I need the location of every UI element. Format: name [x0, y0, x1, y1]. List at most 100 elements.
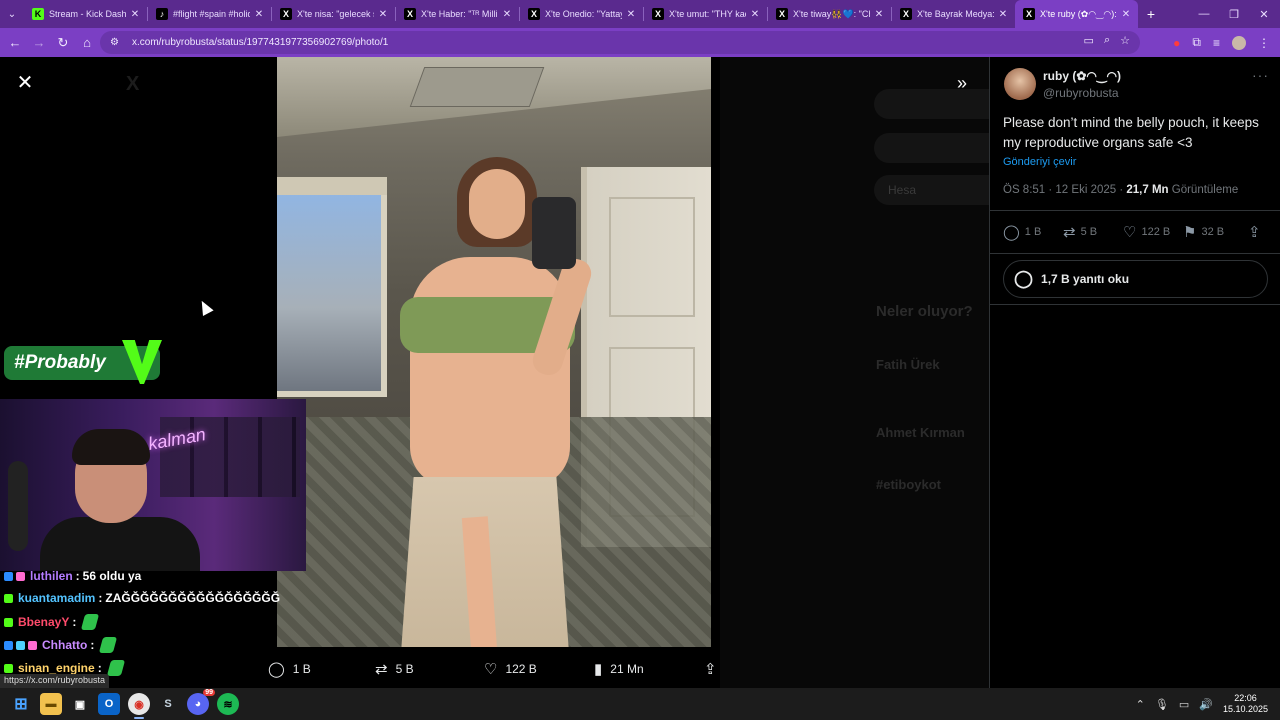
tab-0[interactable]: K Stream - Kick Dashbo✕: [24, 0, 147, 28]
zoom-icon[interactable]: ⌕: [1104, 34, 1110, 47]
photo-reply-button[interactable]: ◯ 1 B: [268, 660, 311, 678]
browser-menu-icon[interactable]: ⋮: [1258, 36, 1270, 50]
microphone-icon[interactable]: 🎙: [1155, 698, 1169, 711]
outlook-icon[interactable]: O: [98, 693, 120, 715]
tiktok-icon: ♪: [156, 8, 168, 20]
background-pill-label: Hesa: [888, 183, 917, 197]
close-tab-icon[interactable]: ✕: [253, 9, 265, 20]
background-trend-1: Fatih Ürek: [876, 357, 940, 372]
chat-badge-icon: [4, 593, 13, 603]
speech-bubble-icon: ◯: [1014, 269, 1034, 288]
store-icon[interactable]: ▣: [69, 693, 91, 715]
tab-8[interactable]: X X'te ruby (✿◠‿◠): " ✕: [1015, 0, 1138, 28]
adblock-extension-icon[interactable]: ●: [1173, 36, 1180, 50]
new-tab-button[interactable]: +: [1138, 6, 1164, 22]
window-close-button[interactable]: ✕: [1248, 0, 1280, 28]
probably-badge: #Probably: [4, 340, 162, 384]
more-options-icon[interactable]: ···: [1252, 67, 1269, 83]
tab-6[interactable]: X X'te tiway👯‍♀️💙: "Ch ✕: [768, 0, 891, 28]
back-button[interactable]: ←: [3, 31, 27, 55]
close-tab-icon[interactable]: ✕: [625, 9, 637, 20]
tab-strip: ⌄ KStream - Kick Dashbo✕♪#flight #spain …: [0, 0, 1280, 28]
author-display-name[interactable]: ruby (✿◠‿◠): [1043, 69, 1121, 83]
tab-title: Stream - Kick Dashbo: [49, 9, 126, 19]
author-avatar[interactable]: [1004, 68, 1036, 100]
photo-repost-button[interactable]: ⇄ 5 B: [375, 660, 414, 678]
tweet-photo[interactable]: [277, 57, 711, 647]
chat-badge-icon: [4, 640, 13, 650]
install-app-icon[interactable]: ▭: [1084, 34, 1094, 47]
x-icon: X: [900, 8, 912, 20]
like-button[interactable]: ♡ 122 B: [1123, 223, 1170, 241]
tweet-engagement-bar: ◯ 1 B ⇄ 5 B ♡ 122 B ⚑ 32 B ⇪: [1003, 223, 1269, 245]
author-handle[interactable]: @rubyrobusta: [1043, 86, 1119, 100]
chat-emote-icon: [106, 660, 125, 676]
site-info-icon[interactable]: ⚙: [110, 37, 124, 48]
tab-title: X'te umut: "THY kadı: [669, 9, 746, 19]
tab-1[interactable]: ♪ #flight #spain #holida ✕: [148, 0, 271, 28]
chrome-icon[interactable]: ◉: [128, 693, 150, 715]
photo-like-button[interactable]: ♡ 122 B: [484, 660, 537, 678]
chat-username: Chhatto: [42, 638, 88, 652]
system-tray: ⌃ 🎙 ▭ 🔊 22:06 15.10.2025: [1136, 688, 1268, 720]
minimize-button[interactable]: —: [1188, 0, 1220, 28]
close-tab-icon[interactable]: ✕: [129, 9, 141, 20]
windows-start-icon[interactable]: ⊞: [10, 693, 32, 715]
tab-search-button[interactable]: ⌄: [0, 0, 24, 28]
bookmark-star-icon[interactable]: ☆: [1120, 34, 1130, 47]
home-button[interactable]: ⌂: [75, 31, 99, 55]
discord-icon[interactable]: ◕ 99: [187, 689, 215, 715]
chat-emote-icon: [99, 637, 118, 653]
bookmark-button[interactable]: ⚑ 32 B: [1183, 223, 1224, 241]
tab-5[interactable]: X X'te umut: "THY kadı ✕: [644, 0, 767, 28]
kick-icon: K: [32, 8, 44, 20]
chat-separator: :: [75, 569, 80, 583]
chat-username: sinan_engine: [18, 661, 95, 675]
close-photo-button[interactable]: ✕: [14, 71, 36, 94]
read-replies-button[interactable]: ◯ 1,7 B yanıtı oku: [1003, 260, 1268, 298]
close-tab-icon[interactable]: ✕: [749, 9, 761, 20]
tab-3[interactable]: X X'te Haber: "ᵀᴿ Milli p ✕: [396, 0, 519, 28]
photo-action-bar: ◯ 1 B ⇄ 5 B ♡ 122 B ▮ 21 Mn ⇪: [262, 657, 732, 681]
tab-7[interactable]: X X'te Bayrak Medya: "I✕: [892, 0, 1015, 28]
x-logo-icon: X: [126, 73, 140, 95]
extensions-area: ● ⧉ ≡ ⋮: [1173, 28, 1270, 57]
profile-avatar-icon[interactable]: [1232, 35, 1246, 50]
network-icon[interactable]: ▭: [1179, 698, 1189, 711]
tab-2[interactable]: X X'te nisa: "gelecek şal✕: [272, 0, 395, 28]
close-tab-icon[interactable]: ✕: [377, 9, 389, 20]
forward-button[interactable]: →: [27, 31, 51, 55]
photo-window-blind: [277, 177, 387, 195]
tab-title: X'te ruby (✿◠‿◠): ": [1040, 8, 1117, 19]
close-tab-icon[interactable]: ✕: [873, 9, 885, 20]
background-apple-pill: [874, 133, 989, 163]
volume-icon[interactable]: 🔊: [1199, 698, 1213, 711]
tab-title: X'te nisa: "gelecek şal: [297, 9, 374, 19]
tweet-meta: ÖS 8:51 · 12 Eki 2025 · 21,7 Mn Görüntül…: [1003, 184, 1238, 196]
close-tab-icon[interactable]: ✕: [997, 9, 1009, 20]
steam-icon[interactable]: S: [157, 693, 179, 715]
close-tab-icon[interactable]: ✕: [1120, 9, 1132, 20]
tray-overflow-icon[interactable]: ⌃: [1136, 698, 1145, 711]
reload-button[interactable]: ↻: [51, 31, 75, 55]
restore-button[interactable]: ❐: [1218, 0, 1250, 28]
repost-button[interactable]: ⇄ 5 B: [1063, 223, 1097, 241]
clock[interactable]: 22:06 15.10.2025: [1223, 693, 1268, 715]
reply-icon: ◯: [268, 661, 285, 678]
translate-post-link[interactable]: Gönderiyi çevir: [1003, 156, 1076, 168]
heart-icon: ♡: [484, 661, 498, 678]
address-bar[interactable]: ⚙ x.com/rubyrobusta/status/1977431977356…: [100, 31, 1140, 54]
share-button[interactable]: ⇪: [1248, 223, 1261, 241]
close-tab-icon[interactable]: ✕: [501, 9, 513, 20]
reply-button[interactable]: ◯ 1 B: [1003, 223, 1041, 241]
expand-sidebar-icon[interactable]: »: [948, 71, 976, 95]
tweet-timestamp[interactable]: ÖS 8:51 · 12 Eki 2025 ·: [1003, 184, 1126, 196]
photo-share-button[interactable]: ⇪: [704, 660, 717, 678]
file-explorer-icon[interactable]: ▬: [40, 693, 62, 715]
photo-views-button[interactable]: ▮ 21 Mn: [594, 660, 644, 678]
extensions-puzzle-icon[interactable]: ⧉: [1192, 35, 1201, 50]
media-controls-icon[interactable]: ≡: [1213, 36, 1220, 50]
spotify-icon[interactable]: ≋: [217, 693, 239, 715]
omnibox-actions: ▭ ⌕ ☆: [1084, 34, 1130, 47]
tab-4[interactable]: X X'te Onedio: "Yattayk ✕: [520, 0, 643, 28]
